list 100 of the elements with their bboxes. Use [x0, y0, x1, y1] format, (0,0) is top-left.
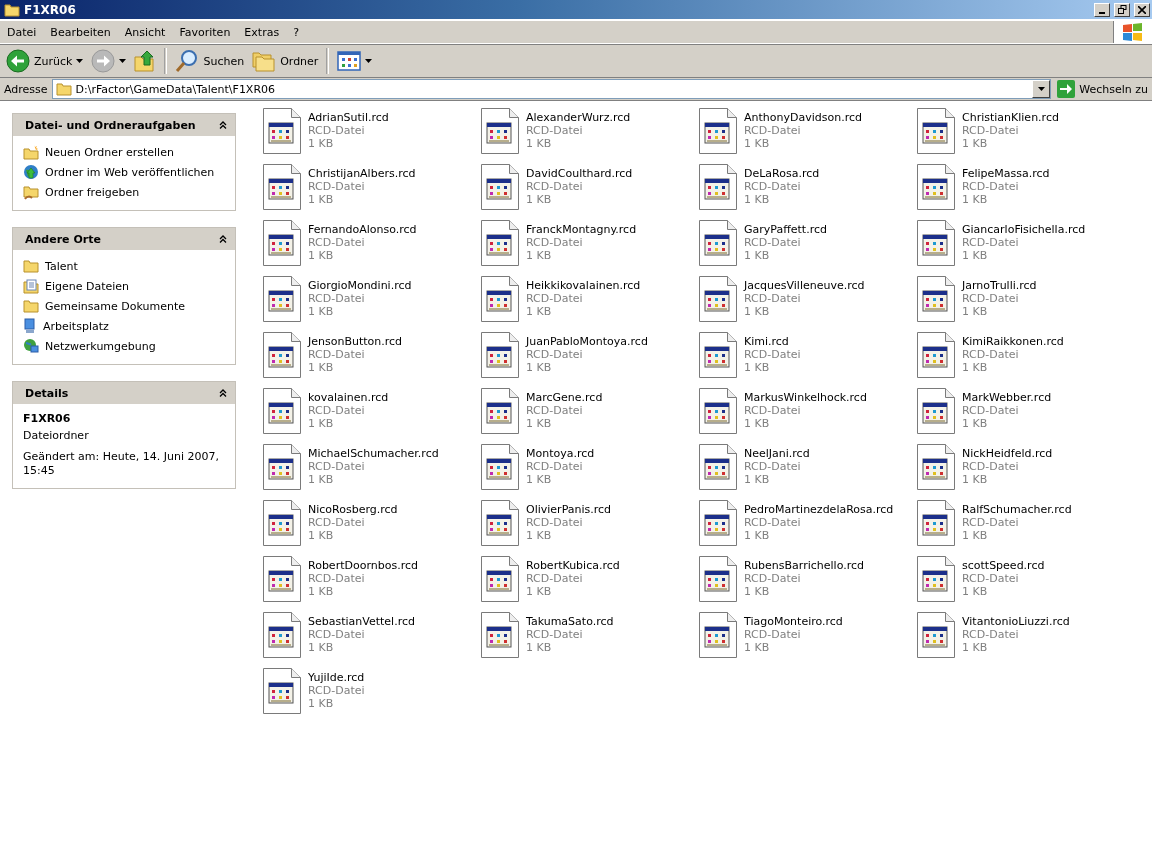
file-icon[interactable]	[262, 331, 302, 379]
file-name[interactable]: RobertKubica.rcd	[526, 559, 620, 572]
file-icon[interactable]	[698, 163, 738, 211]
file-icon[interactable]	[480, 387, 520, 435]
collapse-icon[interactable]	[219, 389, 227, 397]
file-icon[interactable]	[262, 443, 302, 491]
caret-icon[interactable]	[365, 59, 373, 63]
file-icon[interactable]	[916, 331, 956, 379]
file-name[interactable]: VitantonioLiuzzi.rcd	[962, 615, 1070, 628]
menu-item[interactable]: Ansicht	[117, 25, 173, 39]
file-icon[interactable]	[916, 387, 956, 435]
file-name[interactable]: Kimi.rcd	[744, 335, 801, 348]
file-name[interactable]: FernandoAlonso.rcd	[308, 223, 417, 236]
go-button[interactable]: Wechseln zu	[1055, 80, 1150, 98]
panel-header[interactable]: Datei- und Ordneraufgaben	[13, 114, 235, 136]
file-name[interactable]: FelipeMassa.rcd	[962, 167, 1050, 180]
file-name[interactable]: DeLaRosa.rcd	[744, 167, 820, 180]
file-icon[interactable]	[262, 275, 302, 323]
dropdown-button[interactable]	[1032, 80, 1051, 98]
file-icon[interactable]	[480, 443, 520, 491]
menu-item[interactable]: Datei	[0, 25, 44, 39]
file-name[interactable]: JuanPabloMontoya.rcd	[526, 335, 648, 348]
file-name[interactable]: scottSpeed.rcd	[962, 559, 1045, 572]
file-name[interactable]: GaryPaffett.rcd	[744, 223, 827, 236]
caret-icon[interactable]	[76, 59, 84, 63]
task-link[interactable]: Talent	[45, 259, 78, 273]
file-name[interactable]: JarnoTrulli.rcd	[962, 279, 1037, 292]
task-link[interactable]: Ordner freigeben	[45, 185, 140, 199]
task-link[interactable]: Neuen Ordner erstellen	[45, 145, 174, 159]
file-icon[interactable]	[262, 499, 302, 547]
menu-item[interactable]: Favoriten	[172, 25, 238, 39]
file-name[interactable]: RobertDoornbos.rcd	[308, 559, 418, 572]
file-name[interactable]: GiorgioMondini.rcd	[308, 279, 412, 292]
menu-item[interactable]: Bearbeiten	[43, 25, 118, 39]
search-button[interactable]: Suchen	[172, 47, 248, 75]
file-icon[interactable]	[262, 555, 302, 603]
file-name[interactable]: OlivierPanis.rcd	[526, 503, 612, 516]
file-name[interactable]: MichaelSchumacher.rcd	[308, 447, 439, 460]
file-icon[interactable]	[916, 499, 956, 547]
file-name[interactable]: NeelJani.rcd	[744, 447, 810, 460]
file-icon[interactable]	[480, 219, 520, 267]
file-icon[interactable]	[916, 219, 956, 267]
file-icon[interactable]	[480, 331, 520, 379]
minimize-button[interactable]	[1094, 2, 1110, 17]
file-icon[interactable]	[698, 443, 738, 491]
menu-item[interactable]: ?	[286, 25, 306, 39]
task-link[interactable]: Netzwerkumgebung	[45, 339, 156, 353]
file-icon[interactable]	[480, 107, 520, 155]
file-icon[interactable]	[698, 331, 738, 379]
file-name[interactable]: MarkWebber.rcd	[962, 391, 1052, 404]
file-name[interactable]: AlexanderWurz.rcd	[526, 111, 631, 124]
file-name[interactable]: DavidCoulthard.rcd	[526, 167, 633, 180]
task-link[interactable]: Arbeitsplatz	[43, 319, 109, 333]
file-icon[interactable]	[262, 107, 302, 155]
collapse-icon[interactable]	[219, 235, 227, 243]
file-name[interactable]: MarkusWinkelhock.rcd	[744, 391, 867, 404]
file-name[interactable]: TiagoMonteiro.rcd	[744, 615, 843, 628]
menu-item[interactable]: Extras	[237, 25, 287, 39]
file-name[interactable]: YujiIde.rcd	[308, 671, 365, 684]
file-name[interactable]: RalfSchumacher.rcd	[962, 503, 1072, 516]
file-name[interactable]: JacquesVilleneuve.rcd	[744, 279, 865, 292]
file-name[interactable]: NickHeidfeld.rcd	[962, 447, 1053, 460]
file-name[interactable]: RubensBarrichello.rcd	[744, 559, 864, 572]
file-name[interactable]: PedroMartinezdelaRosa.rcd	[744, 503, 894, 516]
file-name[interactable]: FranckMontagny.rcd	[526, 223, 637, 236]
file-icon[interactable]	[698, 555, 738, 603]
file-name[interactable]: AdrianSutil.rcd	[308, 111, 389, 124]
file-icon[interactable]	[480, 275, 520, 323]
file-icon[interactable]	[262, 163, 302, 211]
file-name[interactable]: GiancarloFisichella.rcd	[962, 223, 1086, 236]
file-icon[interactable]	[916, 163, 956, 211]
task-link[interactable]: Gemeinsame Dokumente	[45, 299, 185, 313]
restore-button[interactable]	[1114, 2, 1130, 17]
file-icon[interactable]	[916, 107, 956, 155]
file-icon[interactable]	[262, 219, 302, 267]
file-name[interactable]: SebastianVettel.rcd	[308, 615, 415, 628]
file-icon[interactable]	[916, 611, 956, 659]
file-name[interactable]: MarcGene.rcd	[526, 391, 603, 404]
file-name[interactable]: ChristianKlien.rcd	[962, 111, 1059, 124]
file-icon[interactable]	[262, 611, 302, 659]
collapse-icon[interactable]	[219, 121, 227, 129]
close-button[interactable]	[1134, 2, 1150, 17]
folders-button[interactable]: Ordner	[249, 48, 322, 74]
panel-header[interactable]: Andere Orte	[13, 228, 235, 250]
file-icon[interactable]	[698, 387, 738, 435]
file-icon[interactable]	[262, 667, 302, 715]
panel-header[interactable]: Details	[13, 382, 235, 404]
file-name[interactable]: AnthonyDavidson.rcd	[744, 111, 862, 124]
file-icon[interactable]	[480, 163, 520, 211]
file-icon[interactable]	[480, 499, 520, 547]
file-name[interactable]: Montoya.rcd	[526, 447, 595, 460]
file-name[interactable]: ChristijanAlbers.rcd	[308, 167, 416, 180]
file-icon[interactable]	[698, 219, 738, 267]
file-icon[interactable]	[698, 499, 738, 547]
file-name[interactable]: JensonButton.rcd	[308, 335, 403, 348]
address-field[interactable]: D:\rFactor\GameData\Talent\F1XR06	[51, 79, 1052, 99]
file-icon[interactable]	[480, 611, 520, 659]
file-icon[interactable]	[916, 275, 956, 323]
task-link[interactable]: Eigene Dateien	[45, 279, 130, 293]
file-icon[interactable]	[698, 611, 738, 659]
